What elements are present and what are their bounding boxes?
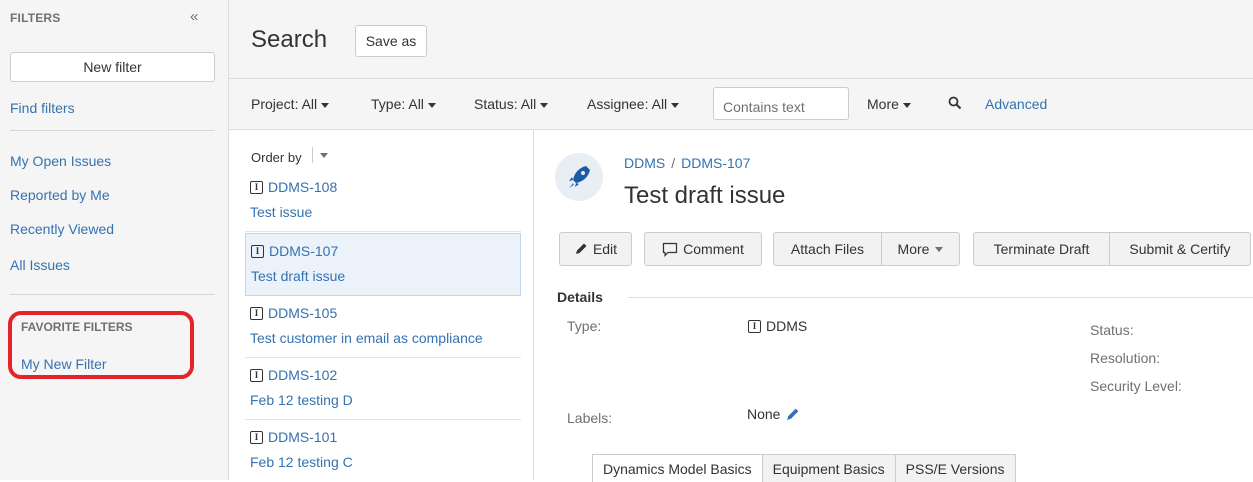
sidebar-item-all-issues[interactable]: All Issues [10,257,70,273]
search-icon[interactable] [948,96,962,115]
chevron-down-icon [671,102,680,108]
issue-key-text: DDMS-108 [268,179,338,195]
page-title: Search [251,26,328,53]
project-avatar-rocket-icon [555,153,603,201]
pencil-icon [575,243,587,254]
resolution-field-label: Resolution: [1090,350,1161,366]
submit-certify-button[interactable]: Submit & Certify [1110,232,1251,266]
breadcrumb-project-link[interactable]: DDMS [624,155,665,171]
issue-list-item[interactable]: I DDMS-102 Feb 12 testing D [245,358,521,420]
issue-key: I DDMS-105 [250,305,337,321]
more-actions-button[interactable]: More [882,232,960,266]
type-filter-label: Type: All [371,96,424,112]
type-filter-dropdown[interactable]: Type: All [371,96,436,112]
security-level-field-label: Security Level: [1090,378,1182,394]
status-field-label: Status: [1090,322,1134,338]
chevron-down-icon [935,246,944,252]
tab-dynamics-model-basics[interactable]: Dynamics Model Basics [592,454,763,482]
save-as-button[interactable]: Save as [355,25,427,57]
sidebar-item-reported-by-me[interactable]: Reported by Me [10,187,110,203]
more-actions-label: More [897,241,930,257]
details-heading: Details [557,289,603,305]
project-filter-label: Project: All [251,96,318,112]
status-filter-dropdown[interactable]: Status: All [474,96,549,112]
more-filters-label: More [867,96,899,112]
more-filters-dropdown[interactable]: More [867,96,911,112]
status-filter-label: Status: All [474,96,537,112]
assignee-filter-label: Assignee: All [587,96,668,112]
issue-key: I DDMS-102 [250,367,337,383]
comment-button[interactable]: Comment [644,232,762,266]
comment-button-label: Comment [683,241,744,257]
issue-list-item[interactable]: I DDMS-105 Test customer in email as comp… [245,296,521,358]
issue-list-item[interactable]: I DDMS-108 Test issue [245,170,521,232]
issue-title: Test draft issue [624,182,786,209]
project-filter-dropdown[interactable]: Project: All [251,96,330,112]
issue-key-text: DDMS-101 [268,429,338,445]
terminate-draft-button[interactable]: Terminate Draft [973,232,1110,266]
breadcrumb: DDMS / DDMS-107 [624,155,750,171]
issue-summary: Feb 12 testing D [250,392,353,408]
comment-icon [663,242,678,257]
edit-pencil-icon [787,408,799,420]
sidebar-item-recently-viewed[interactable]: Recently Viewed [10,221,114,237]
breadcrumb-issue-link[interactable]: DDMS-107 [681,155,750,171]
issue-type-icon: I [250,180,263,194]
breadcrumb-separator: / [671,155,676,171]
sidebar-divider [10,294,215,295]
issue-key: I DDMS-101 [250,429,337,445]
issue-key: I DDMS-107 [251,243,338,259]
issue-tabs: Dynamics Model Basics Equipment Basics P… [592,454,1016,482]
labels-value-text: None [747,406,781,422]
chevron-down-icon [427,102,436,108]
order-by-divider [312,147,313,163]
find-filters-link[interactable]: Find filters [10,100,75,116]
labels-field-label: Labels: [567,410,613,426]
advanced-search-link[interactable]: Advanced [985,96,1047,112]
chevron-down-icon [321,102,330,108]
type-field-value: I DDMS [748,318,807,334]
text-search-input[interactable] [713,87,849,120]
issue-list-item-selected[interactable]: I DDMS-107 Test draft issue [245,233,521,296]
details-divider [628,297,1253,298]
chevron-down-icon [902,102,911,108]
tab-pss-e-versions[interactable]: PSS/E Versions [895,454,1016,482]
issue-key-text: DDMS-105 [268,305,338,321]
issue-key-text: DDMS-102 [268,367,338,383]
issue-summary: Feb 12 testing C [250,454,353,470]
edit-button-label: Edit [592,241,618,257]
favorite-filters-heading: FAVORITE FILTERS [21,320,133,334]
issue-type-icon: I [251,244,264,258]
issue-key-text: DDMS-107 [269,243,339,259]
issue-type-icon: I [250,430,263,444]
issue-summary: Test customer in email as compliance [250,330,483,346]
labels-field-value[interactable]: None [747,406,800,422]
sidebar-title: FILTERS [10,11,61,25]
type-field-label: Type: [567,318,602,334]
issue-summary: Test issue [250,204,313,220]
assignee-filter-dropdown[interactable]: Assignee: All [587,96,680,112]
issue-summary: Test draft issue [251,268,346,284]
type-value-text: DDMS [766,318,808,334]
issue-list-item[interactable]: I DDMS-101 Feb 12 testing C [245,420,521,480]
tab-equipment-basics[interactable]: Equipment Basics [762,454,896,482]
sidebar-divider [10,130,215,131]
attach-files-button[interactable]: Attach Files [773,232,882,266]
sidebar-item-my-open-issues[interactable]: My Open Issues [10,153,111,169]
issue-type-icon: I [250,368,263,382]
collapse-sidebar-icon[interactable]: « [190,8,198,25]
edit-button[interactable]: Edit [559,232,632,266]
order-by-dropdown-icon[interactable] [320,153,328,158]
issue-key: I DDMS-108 [250,179,337,195]
favorite-filter-item[interactable]: My New Filter [21,356,107,372]
issue-type-icon: I [748,319,761,333]
new-filter-button[interactable]: New filter [10,52,215,82]
chevron-down-icon [540,102,549,108]
issue-type-icon: I [250,306,263,320]
order-by-label: Order by [251,150,302,165]
